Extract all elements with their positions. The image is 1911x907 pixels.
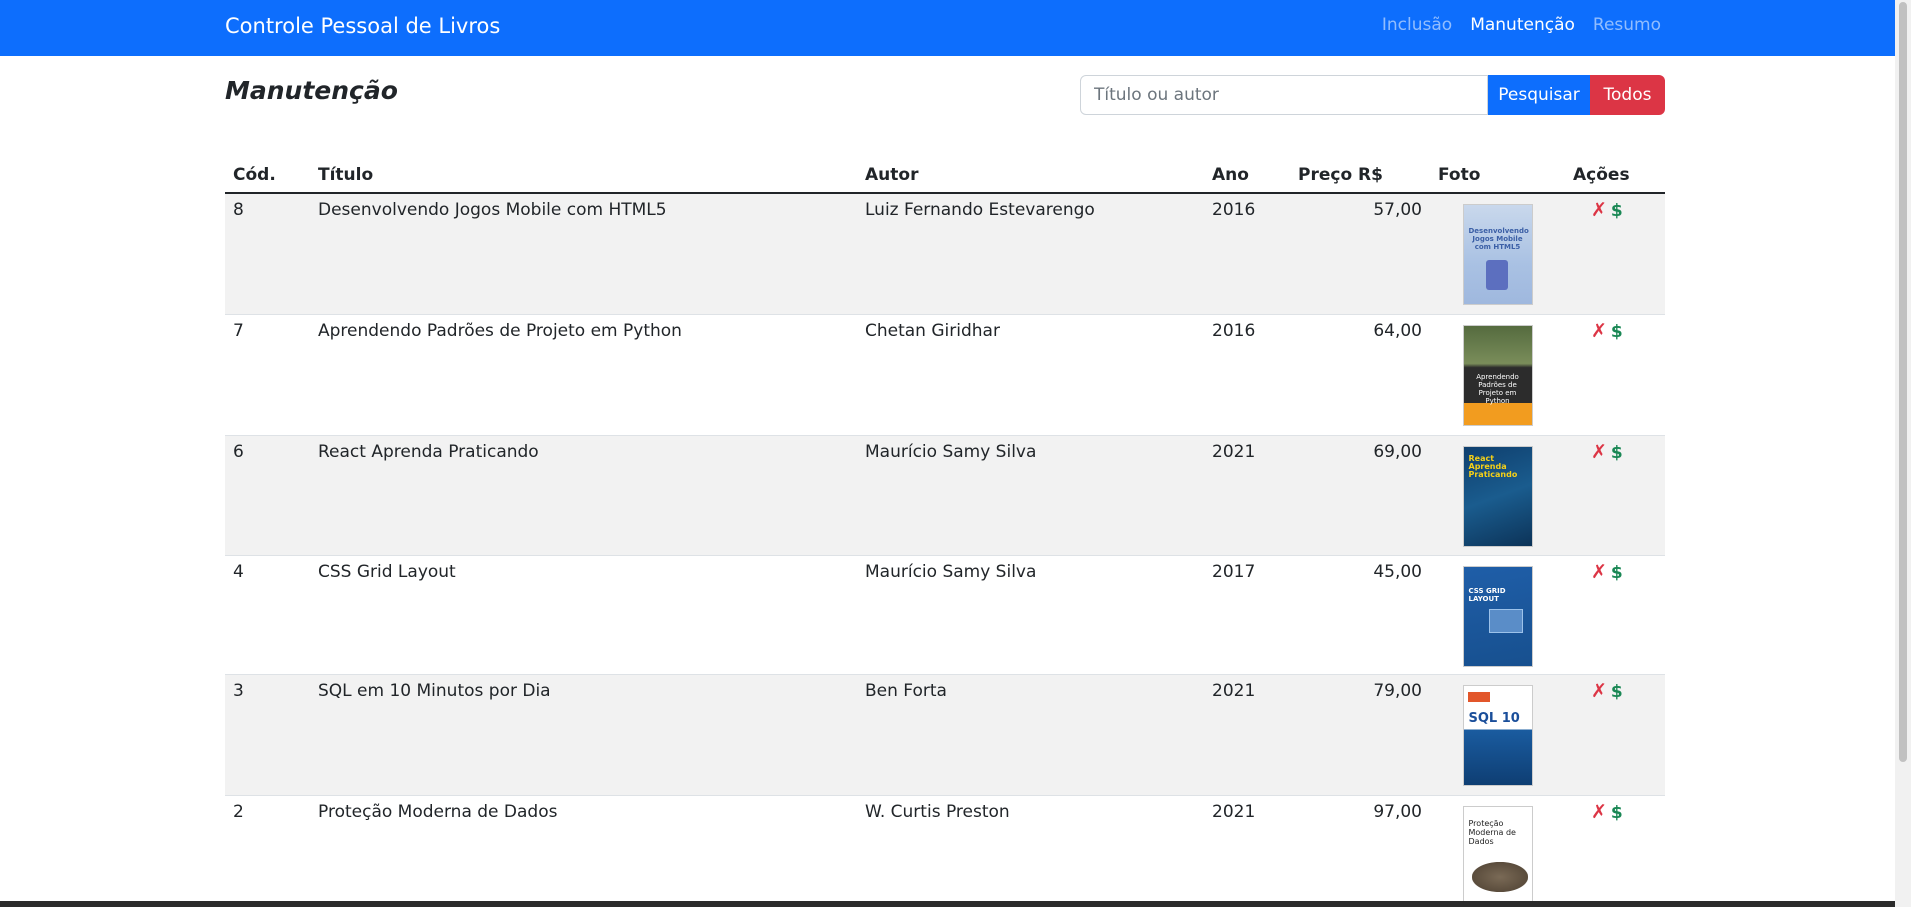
search-button[interactable]: Pesquisar xyxy=(1488,75,1590,115)
delete-icon[interactable]: ✗ xyxy=(1591,561,1607,583)
delete-icon[interactable]: ✗ xyxy=(1591,199,1607,221)
book-cover-image: Desenvolvendo Jogos Mobile com HTML5 xyxy=(1462,204,1533,305)
window-bottom-edge xyxy=(0,901,1895,907)
table-row: 2 Proteção Moderna de Dados W. Curtis Pr… xyxy=(225,795,1665,907)
table-row: 3 SQL em 10 Minutos por Dia Ben Forta 20… xyxy=(225,674,1665,796)
brand-title[interactable]: Controle Pessoal de Livros xyxy=(225,11,500,41)
nav-link-resumo[interactable]: Resumo xyxy=(1593,13,1661,37)
table-header: Cód. Título Autor Ano Preço R$ Foto Açõe… xyxy=(225,158,1665,194)
cell-price: 97,00 xyxy=(1290,795,1430,907)
cell-price: 69,00 xyxy=(1290,435,1430,556)
header-actions: Ações xyxy=(1565,158,1665,194)
cover-text: SQL 10 xyxy=(1468,710,1520,726)
cell-code: 7 xyxy=(225,314,310,436)
grid-illustration xyxy=(1488,608,1523,633)
cell-actions: ✗ $ xyxy=(1565,555,1665,675)
cell-photo: CSS GRID LAYOUT xyxy=(1430,555,1565,675)
nav-links: Inclusão Manutenção Resumo xyxy=(1382,13,1661,37)
nav-link-inclusao[interactable]: Inclusão xyxy=(1382,13,1452,37)
cell-price: 64,00 xyxy=(1290,314,1430,436)
price-icon[interactable]: $ xyxy=(1611,803,1623,823)
navbar: Controle Pessoal de Livros Inclusão Manu… xyxy=(0,0,1895,56)
cover-text: Proteção Moderna de Dados xyxy=(1468,818,1516,846)
cell-price: 79,00 xyxy=(1290,674,1430,796)
armadillo-illustration xyxy=(1471,861,1528,892)
cell-author: Maurício Samy Silva xyxy=(857,435,1204,556)
price-icon[interactable]: $ xyxy=(1611,682,1623,702)
delete-icon[interactable]: ✗ xyxy=(1591,320,1607,342)
header-code: Cód. xyxy=(225,158,310,194)
cell-actions: ✗ $ xyxy=(1565,193,1665,315)
cell-photo: SQL 10 xyxy=(1430,674,1565,796)
cell-year: 2021 xyxy=(1204,435,1290,556)
show-all-button[interactable]: Todos xyxy=(1590,75,1665,115)
cell-code: 3 xyxy=(225,674,310,796)
book-cover-image: SQL 10 xyxy=(1462,684,1533,786)
cell-photo: Aprendendo Padrões de Projeto em Python xyxy=(1430,314,1565,436)
cover-text: Desenvolvendo Jogos Mobile com HTML5 xyxy=(1468,227,1529,251)
cell-year: 2021 xyxy=(1204,674,1290,796)
cell-photo: React Aprenda Praticando xyxy=(1430,435,1565,556)
table-row: 6 React Aprenda Praticando Maurício Samy… xyxy=(225,435,1665,556)
books-table: Cód. Título Autor Ano Preço R$ Foto Açõe… xyxy=(225,158,1665,907)
cover-text: React Aprenda Praticando xyxy=(1468,453,1518,479)
cell-title: CSS Grid Layout xyxy=(310,555,857,675)
cell-title: Proteção Moderna de Dados xyxy=(310,795,857,907)
price-icon[interactable]: $ xyxy=(1611,322,1623,342)
nav-link-manutencao[interactable]: Manutenção xyxy=(1470,13,1575,37)
price-icon[interactable]: $ xyxy=(1611,563,1623,583)
cell-price: 45,00 xyxy=(1290,555,1430,675)
device-illustration xyxy=(1485,260,1508,290)
cell-actions: ✗ $ xyxy=(1565,314,1665,436)
cell-actions: ✗ $ xyxy=(1565,674,1665,796)
cell-title: React Aprenda Praticando xyxy=(310,435,857,556)
cover-text: CSS GRID LAYOUT xyxy=(1468,586,1506,603)
cover-accent xyxy=(1467,691,1490,702)
cell-title: SQL em 10 Minutos por Dia xyxy=(310,674,857,796)
cell-author: W. Curtis Preston xyxy=(857,795,1204,907)
price-icon[interactable]: $ xyxy=(1611,443,1623,463)
page-title: Manutenção xyxy=(225,76,398,105)
header-year: Ano xyxy=(1204,158,1290,194)
cell-author: Chetan Giridhar xyxy=(857,314,1204,436)
header-author: Autor xyxy=(857,158,1204,194)
cell-year: 2016 xyxy=(1204,193,1290,315)
header-photo: Foto xyxy=(1430,158,1565,194)
search-form: Pesquisar Todos xyxy=(1080,75,1665,115)
vertical-scrollbar[interactable] xyxy=(1895,0,1911,907)
cell-title: Desenvolvendo Jogos Mobile com HTML5 xyxy=(310,193,857,315)
cell-photo: Desenvolvendo Jogos Mobile com HTML5 xyxy=(1430,193,1565,315)
book-cover-image: React Aprenda Praticando xyxy=(1462,445,1533,547)
table-row: 8 Desenvolvendo Jogos Mobile com HTML5 L… xyxy=(225,193,1665,315)
delete-icon[interactable]: ✗ xyxy=(1591,801,1607,823)
scrollbar-thumb[interactable] xyxy=(1899,2,1907,762)
cell-title: Aprendendo Padrões de Projeto em Python xyxy=(310,314,857,436)
cell-actions: ✗ $ xyxy=(1565,795,1665,907)
cell-photo: Proteção Moderna de Dados xyxy=(1430,795,1565,907)
book-cover-image: CSS GRID LAYOUT xyxy=(1462,565,1533,667)
cell-author: Ben Forta xyxy=(857,674,1204,796)
price-icon[interactable]: $ xyxy=(1611,201,1623,221)
header-title: Título xyxy=(310,158,857,194)
cell-actions: ✗ $ xyxy=(1565,435,1665,556)
book-cover-image: Aprendendo Padrões de Projeto em Python xyxy=(1462,324,1533,426)
cell-author: Luiz Fernando Estevarengo xyxy=(857,193,1204,315)
cell-year: 2017 xyxy=(1204,555,1290,675)
book-cover-image: Proteção Moderna de Dados xyxy=(1462,805,1533,907)
cell-year: 2021 xyxy=(1204,795,1290,907)
cell-author: Maurício Samy Silva xyxy=(857,555,1204,675)
table-row: 4 CSS Grid Layout Maurício Samy Silva 20… xyxy=(225,555,1665,675)
cell-year: 2016 xyxy=(1204,314,1290,436)
delete-icon[interactable]: ✗ xyxy=(1591,680,1607,702)
cell-code: 6 xyxy=(225,435,310,556)
search-input[interactable] xyxy=(1080,75,1488,115)
table-row: 7 Aprendendo Padrões de Projeto em Pytho… xyxy=(225,314,1665,436)
cell-price: 57,00 xyxy=(1290,193,1430,315)
cover-text: Aprendendo Padrões de Projeto em Python xyxy=(1476,372,1519,405)
cell-code: 4 xyxy=(225,555,310,675)
delete-icon[interactable]: ✗ xyxy=(1591,441,1607,463)
cell-code: 2 xyxy=(225,795,310,907)
cell-code: 8 xyxy=(225,193,310,315)
header-price: Preço R$ xyxy=(1290,158,1430,194)
